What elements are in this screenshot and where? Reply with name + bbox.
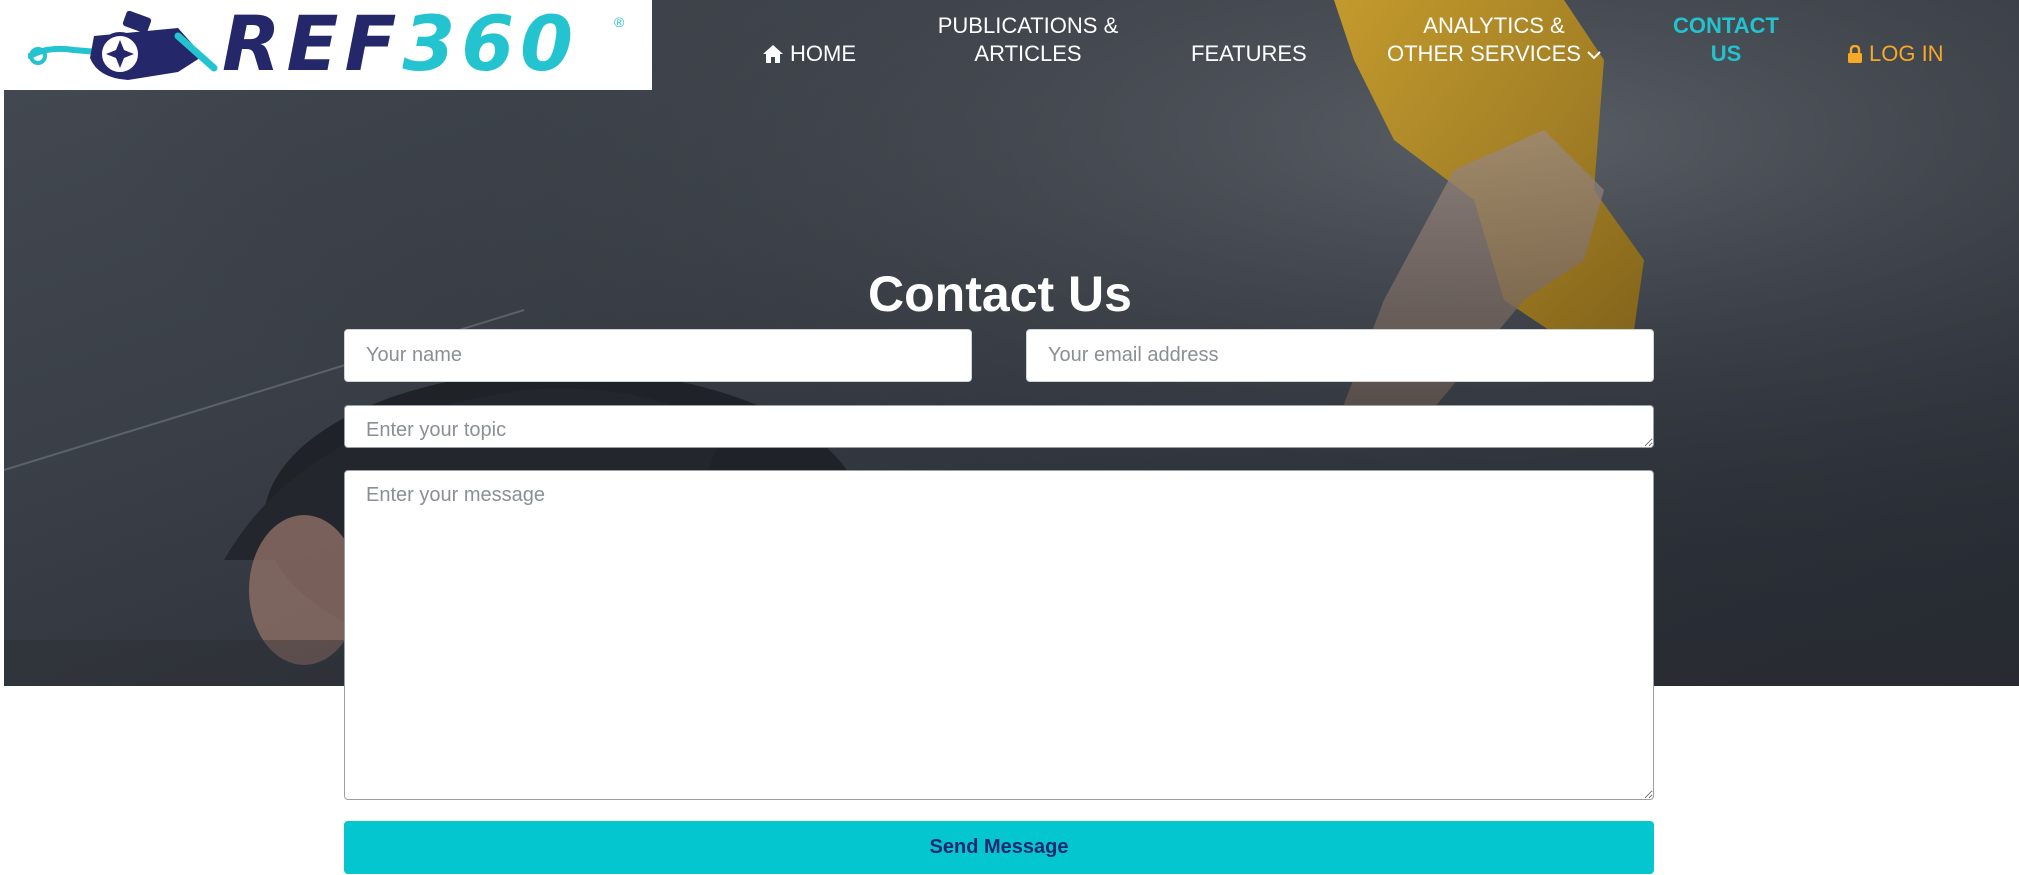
contact-page: REF360 ® HOME PUBLICATIONS & ARTICLES FE… [0, 0, 2019, 875]
nav-publications-line1: PUBLICATIONS & [937, 13, 1119, 38]
lock-icon [1848, 45, 1862, 63]
nav-home-label: HOME [790, 41, 856, 66]
nav-home[interactable]: HOME [762, 40, 856, 68]
chevron-down-icon [1587, 51, 1601, 60]
nav-features-label: FEATURES [1191, 41, 1307, 66]
nav-contact-line2: US [1710, 41, 1742, 66]
logo-wordmark: REF360 [222, 2, 579, 86]
nav-analytics-line1: ANALYTICS & [1423, 13, 1565, 38]
nav-features[interactable]: FEATURES [1191, 40, 1307, 68]
logo-text-ref: REF [222, 0, 403, 88]
registered-mark: ® [614, 14, 625, 30]
name-input[interactable] [344, 329, 972, 382]
nav-analytics-line2: OTHER SERVICES [1387, 41, 1581, 66]
brand-logo[interactable]: REF360 ® [4, 0, 652, 90]
whistle-logo-icon [28, 10, 218, 80]
nav-analytics-services[interactable]: ANALYTICS & OTHER SERVICES [1376, 12, 1612, 68]
nav-login[interactable]: LOG IN [1847, 40, 1944, 68]
nav-publications-articles[interactable]: PUBLICATIONS & ARTICLES [928, 12, 1128, 68]
send-message-button[interactable]: Send Message [344, 821, 1654, 874]
email-input[interactable] [1026, 329, 1654, 382]
logo-text-360: 360 [402, 0, 580, 88]
nav-contact-line1: CONTACT [1673, 13, 1779, 38]
message-input[interactable] [344, 470, 1654, 800]
topic-input[interactable] [344, 405, 1654, 448]
nav-contact-us[interactable]: CONTACT US [1660, 12, 1792, 68]
nav-login-label: LOG IN [1869, 41, 1944, 66]
nav-publications-line2: ARTICLES [974, 41, 1082, 66]
page-title: Contact Us [868, 265, 1132, 322]
home-icon [763, 45, 783, 63]
